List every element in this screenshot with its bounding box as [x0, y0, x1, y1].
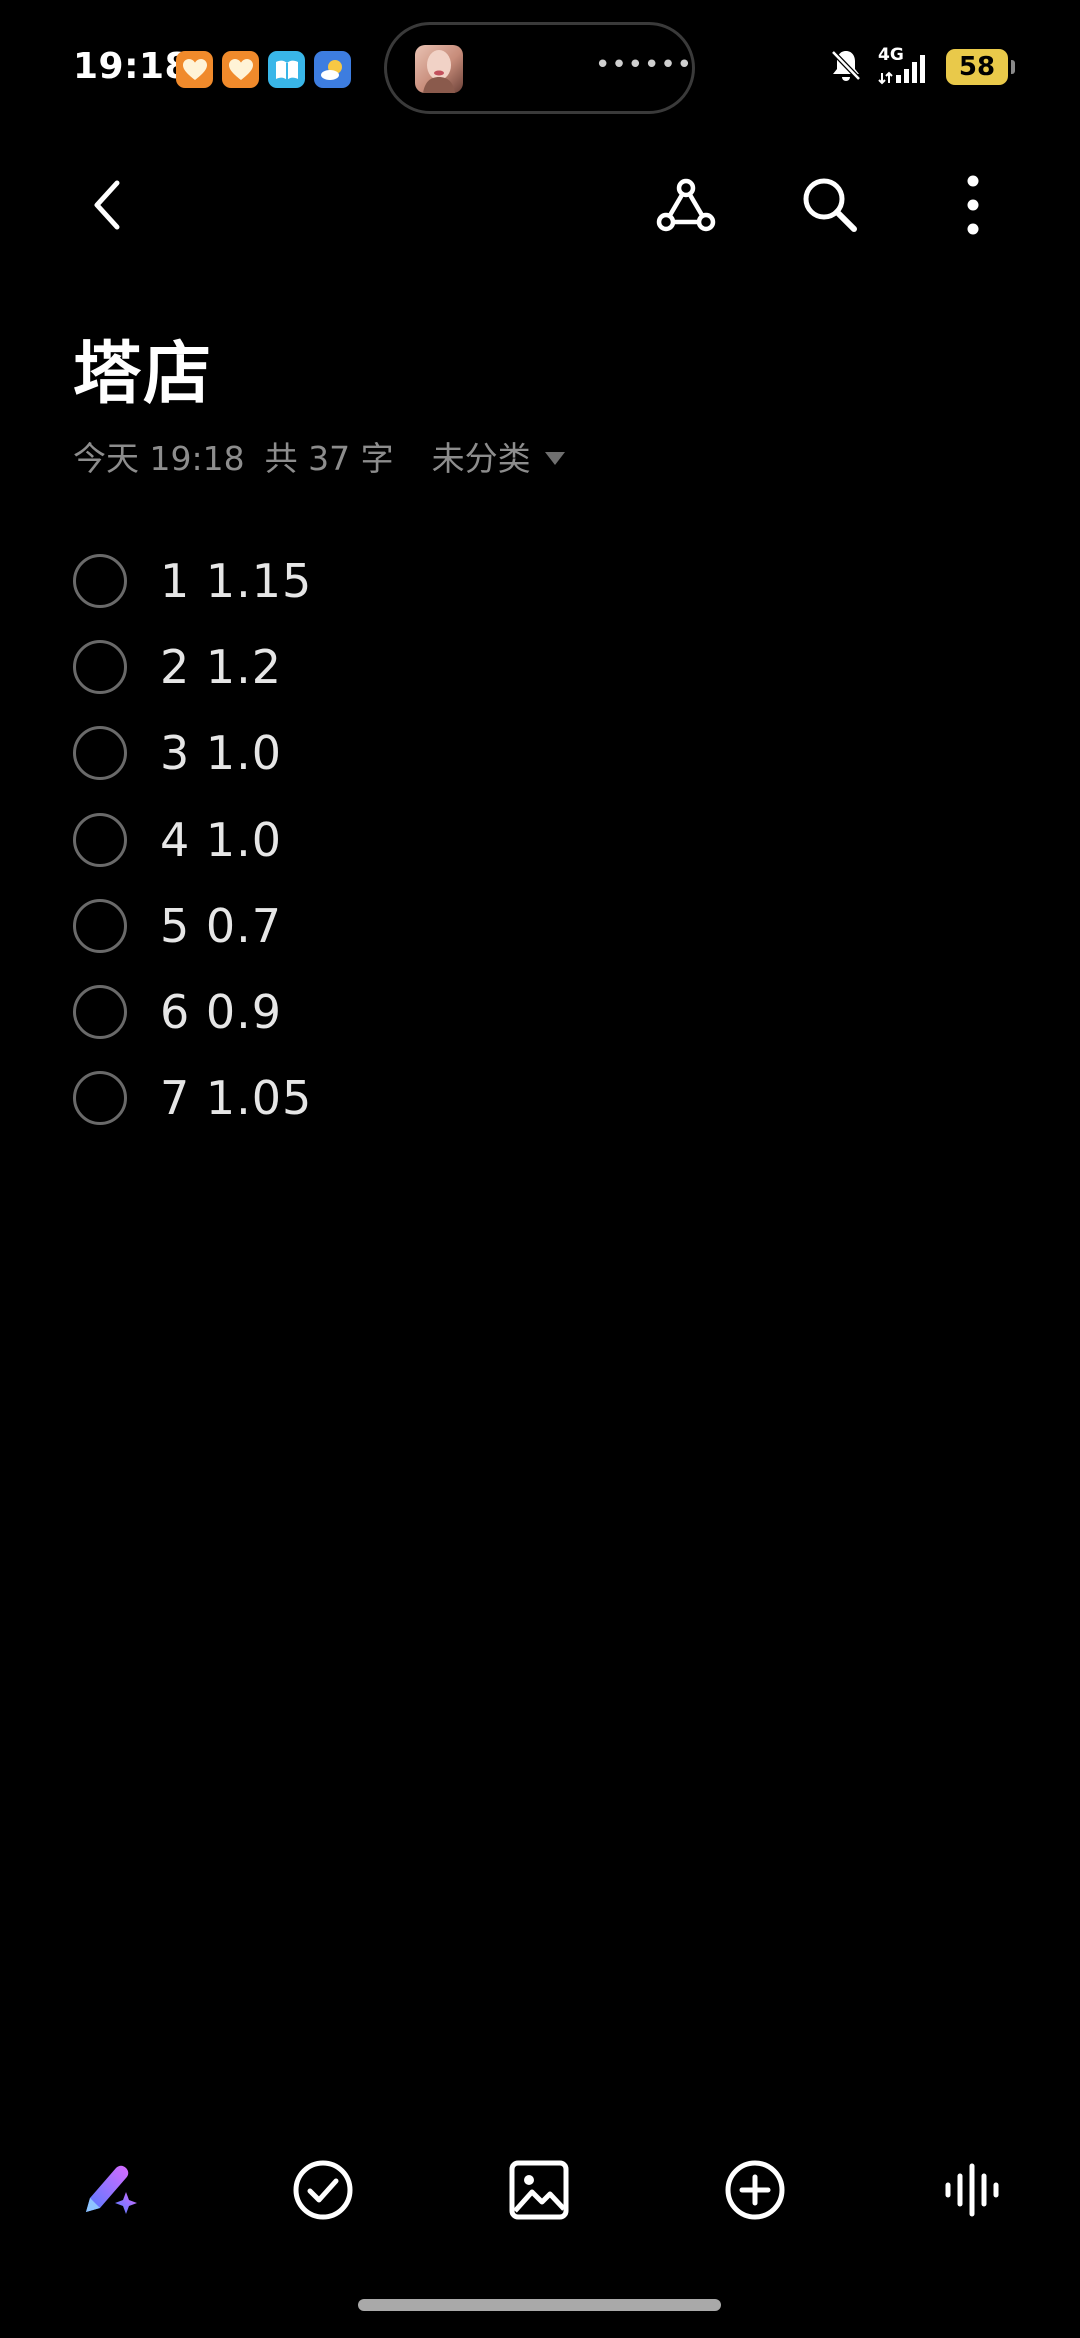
island-indicator: ••••••	[595, 50, 694, 80]
search-button[interactable]	[785, 160, 875, 250]
checklist-item-text[interactable]: 5 0.7	[160, 899, 282, 953]
checkbox[interactable]	[73, 1071, 127, 1126]
checklist-item-text[interactable]: 4 1.0	[160, 813, 282, 867]
battery-indicator: 58	[946, 49, 1015, 85]
mute-bell-icon	[830, 48, 862, 86]
ai-pen-sparkle-icon	[86, 2165, 137, 2214]
search-icon	[803, 178, 857, 232]
weather-icon	[314, 51, 351, 88]
island-avatar	[415, 45, 463, 93]
home-indicator[interactable]	[358, 2299, 721, 2311]
share-nodes-icon	[656, 178, 716, 232]
checkbox[interactable]	[73, 812, 127, 867]
checkbox[interactable]	[73, 554, 127, 609]
dynamic-island[interactable]: ••••••	[384, 22, 695, 114]
checklist: 1 1.15 2 1.2 3 1.0 4 1.0 5 0.7 6 0.9 7 1…	[73, 538, 973, 1141]
heart-app-icon	[176, 51, 213, 88]
checklist-item: 3 1.0	[73, 710, 973, 796]
checkbox[interactable]	[73, 726, 127, 781]
checklist-item-text[interactable]: 7 1.05	[160, 1071, 312, 1125]
note-date: 今天 19:18	[73, 439, 245, 478]
checkbox[interactable]	[73, 640, 127, 695]
checklist-item: 2 1.2	[73, 624, 973, 710]
checkbox[interactable]	[73, 898, 127, 953]
plus-circle-icon	[725, 2160, 785, 2220]
back-arrow-icon	[94, 180, 120, 230]
checklist-item-text[interactable]: 1 1.15	[160, 554, 312, 608]
more-options-button[interactable]	[928, 160, 1018, 250]
checklist-item: 7 1.05	[73, 1055, 973, 1141]
check-circle-icon	[293, 2160, 353, 2220]
category-dropdown[interactable]: 未分类	[432, 432, 565, 480]
ai-assist-button[interactable]	[68, 2150, 148, 2230]
bottom-toolbar	[0, 2150, 1080, 2230]
status-bar: 19:18 •••••• 4G 58	[0, 0, 1080, 135]
notification-icons	[176, 51, 351, 88]
top-navigation	[0, 150, 1080, 260]
share-button[interactable]	[641, 160, 731, 250]
add-button[interactable]	[715, 2150, 795, 2230]
checklist-item-text[interactable]: 3 1.0	[160, 726, 282, 780]
checklist-item-text[interactable]: 2 1.2	[160, 640, 282, 694]
signal-icon: 4G	[876, 45, 932, 85]
more-vertical-icon	[967, 175, 979, 235]
note-title[interactable]: 塔店	[73, 318, 213, 417]
image-icon	[509, 2160, 569, 2220]
heart-app-icon	[222, 51, 259, 88]
checklist-item-text[interactable]: 6 0.9	[160, 985, 282, 1039]
note-meta: 今天 19:18 共 37 字 未分类	[73, 432, 565, 480]
book-app-icon	[268, 51, 305, 88]
word-count: 共 37 字	[264, 439, 394, 478]
checklist-item: 1 1.15	[73, 538, 973, 624]
status-right: 4G 58	[830, 45, 1015, 86]
checklist-item: 5 0.7	[73, 883, 973, 969]
checklist-button[interactable]	[283, 2150, 363, 2230]
audio-waveform-icon	[945, 2163, 999, 2217]
back-button[interactable]	[62, 160, 152, 250]
category-label: 未分类	[431, 439, 531, 478]
voice-record-button[interactable]	[932, 2150, 1012, 2230]
dropdown-arrow-icon	[544, 451, 565, 465]
checkbox[interactable]	[73, 985, 127, 1040]
status-time: 19:18	[73, 46, 191, 87]
insert-image-button[interactable]	[499, 2150, 579, 2230]
checklist-item: 6 0.9	[73, 969, 973, 1055]
checklist-item: 4 1.0	[73, 797, 973, 883]
